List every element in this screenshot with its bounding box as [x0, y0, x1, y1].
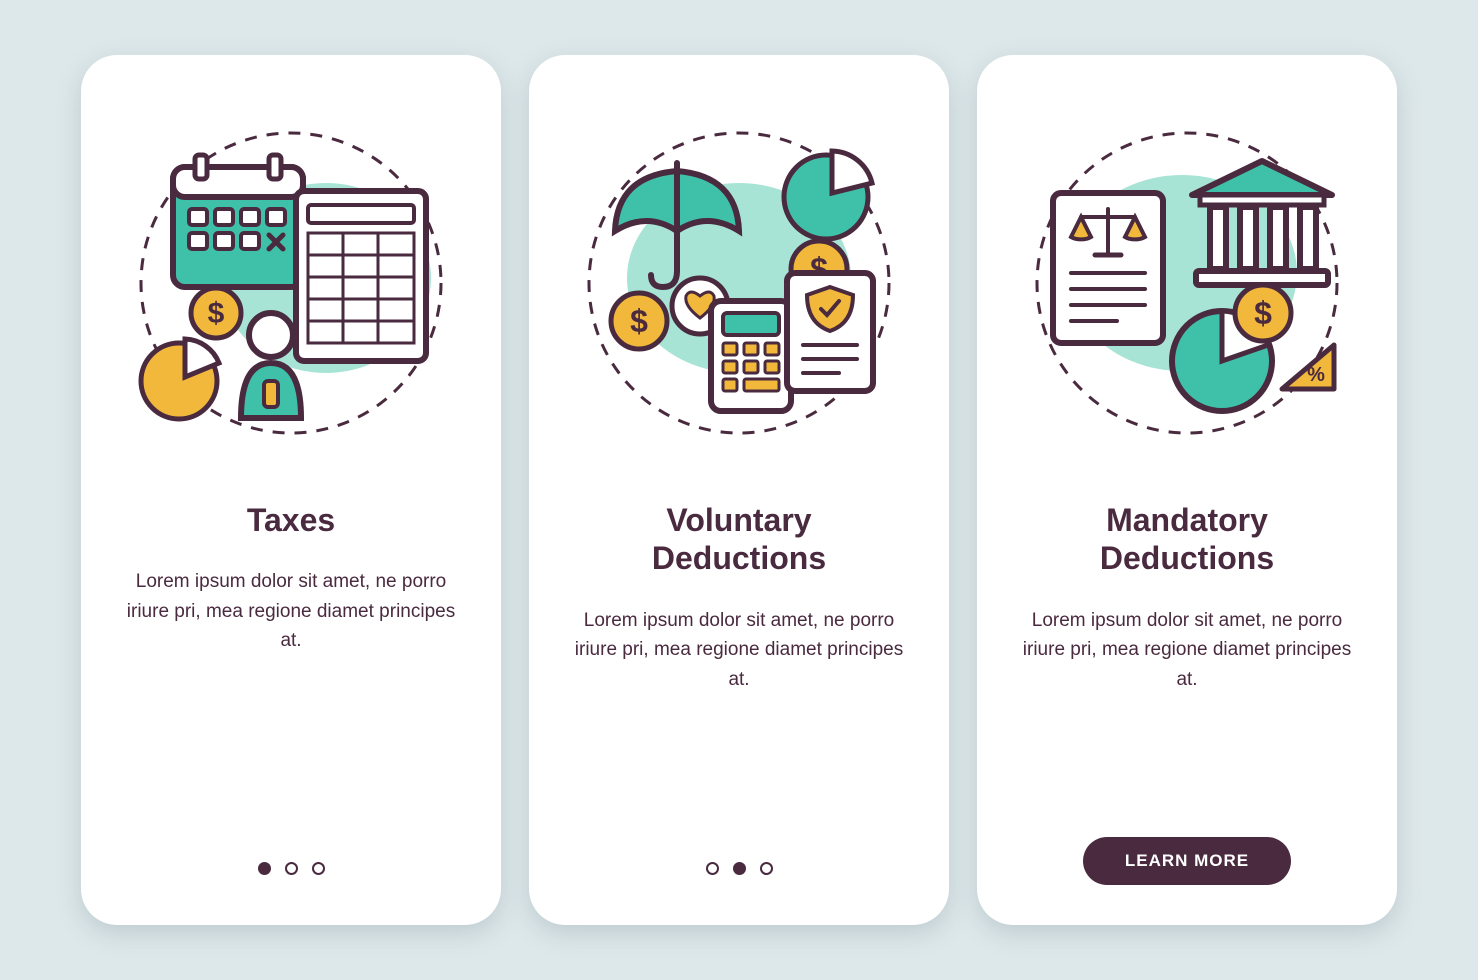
- card-desc: Lorem ipsum dolor sit amet, ne porro iri…: [126, 567, 456, 655]
- svg-text:%: %: [1307, 364, 1325, 386]
- svg-text:$: $: [630, 303, 648, 339]
- card-desc: Lorem ipsum dolor sit amet, ne porro iri…: [574, 606, 904, 694]
- svg-text:$: $: [1254, 295, 1272, 331]
- taxes-icon: $: [121, 113, 461, 453]
- page-dots: [258, 862, 325, 875]
- page-dot-3[interactable]: [312, 862, 325, 875]
- card-title: Voluntary Deductions: [652, 501, 826, 578]
- onboarding-card-voluntary: $ $: [529, 55, 949, 925]
- page-dot-3[interactable]: [760, 862, 773, 875]
- card-title: Mandatory Deductions: [1100, 501, 1274, 578]
- page-dot-2[interactable]: [285, 862, 298, 875]
- learn-more-button[interactable]: LEARN MORE: [1083, 837, 1291, 885]
- page-dot-2[interactable]: [733, 862, 746, 875]
- svg-text:$: $: [208, 297, 225, 330]
- voluntary-deductions-icon: $ $: [569, 113, 909, 453]
- mandatory-deductions-icon: $ %: [1017, 113, 1357, 453]
- page-dot-1[interactable]: [258, 862, 271, 875]
- page-dot-1[interactable]: [706, 862, 719, 875]
- page-dots: [706, 862, 773, 875]
- card-title: Taxes: [247, 501, 335, 539]
- onboarding-card-taxes: $ Taxes Lorem ipsum dolor sit amet, ne p…: [81, 55, 501, 925]
- card-desc: Lorem ipsum dolor sit amet, ne porro iri…: [1022, 606, 1352, 694]
- onboarding-card-mandatory: $ % Mandatory Deductions Lorem ipsum dol…: [977, 55, 1397, 925]
